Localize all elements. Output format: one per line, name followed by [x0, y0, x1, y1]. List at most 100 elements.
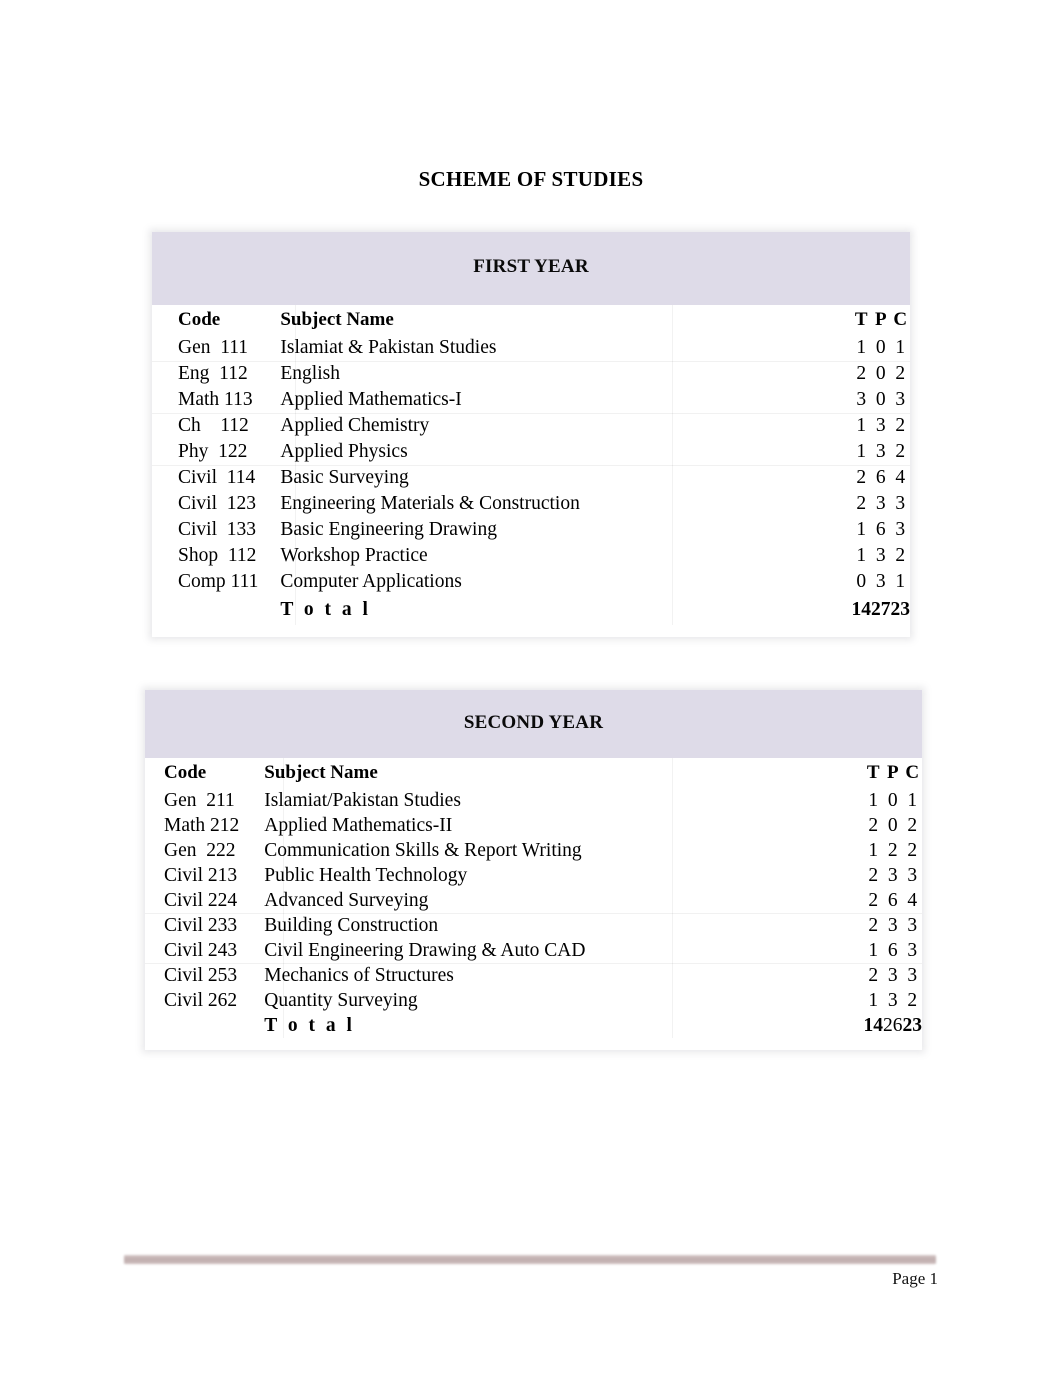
- row-code: Gen 222: [164, 840, 236, 861]
- row-subject: Engineering Materials & Construction: [280, 493, 580, 514]
- header-t: T: [866, 762, 880, 783]
- header-c: C: [905, 762, 920, 783]
- row-code: Civil 262: [164, 990, 238, 1011]
- row-code: Gen 111: [178, 337, 249, 358]
- row-credits: 2: [895, 441, 906, 462]
- row-code: Civil 253: [145, 963, 239, 988]
- total-practical-hours: 26: [883, 1015, 903, 1036]
- table-row: Gen 211 Islamiat/Pakistan Studies 1 0 1: [145, 788, 922, 813]
- row-practical-hours: 2: [887, 840, 898, 861]
- row-practical-hours: 0: [871, 361, 891, 387]
- row-theory-hours: 1: [868, 940, 879, 961]
- row-subject: Applied Chemistry: [258, 413, 851, 439]
- row-subject: Building Construction: [239, 913, 863, 938]
- row-code: Civil 213: [164, 865, 238, 886]
- row-credits: 2: [907, 840, 918, 861]
- row-code: Gen 211: [164, 790, 235, 811]
- row-theory-hours: 1: [856, 441, 867, 462]
- table-header-row: Code Subject Name T P C: [145, 758, 922, 788]
- row-subject: Islamiat/Pakistan Studies: [264, 790, 461, 811]
- row-credits: 2: [891, 361, 911, 387]
- row-practical-hours: 3: [875, 545, 886, 566]
- row-theory-hours: 1: [856, 545, 867, 566]
- row-practical-hours: 3: [883, 963, 903, 988]
- header-subject: Subject Name: [280, 309, 394, 330]
- total-row-code-spacer: [145, 1013, 239, 1038]
- table-row: Civil 123 Engineering Materials & Constru…: [152, 491, 910, 517]
- table-row: Eng 112 English 2 0 2: [152, 361, 910, 387]
- row-practical-hours: 3: [883, 913, 903, 938]
- row-theory-hours: 3: [856, 389, 867, 410]
- row-subject: Advanced Surveying: [264, 890, 429, 911]
- row-subject: Basic Engineering Drawing: [280, 519, 497, 540]
- total-credits: 23: [890, 599, 911, 620]
- row-code: Phy 122: [178, 441, 248, 462]
- page-title: SCHEME OF STUDIES: [418, 167, 644, 191]
- row-credits: 3: [895, 389, 906, 410]
- first-year-table-block: FIRST YEAR Code Subject Name T P C Gen 1…: [152, 232, 910, 637]
- row-code: Math 212: [164, 815, 240, 836]
- row-practical-hours: 6: [887, 940, 898, 961]
- row-practical-hours: 3: [875, 571, 886, 592]
- row-theory-hours: 2: [852, 361, 872, 387]
- table-row: Civil 133 Basic Engineering Drawing 1 6 3: [152, 517, 910, 543]
- row-credits: 2: [907, 815, 918, 836]
- row-credits: 1: [895, 571, 906, 592]
- total-theory-hours: 14: [863, 1015, 884, 1036]
- row-practical-hours: 3: [875, 441, 886, 462]
- row-subject: Computer Applications: [280, 571, 462, 592]
- row-credits: 3: [903, 963, 923, 988]
- row-credits: 2: [907, 990, 918, 1011]
- total-label: T o t a l: [264, 1015, 355, 1036]
- header-c: C: [893, 309, 908, 330]
- table-row: Ch 112 Applied Chemistry 1 3 2: [152, 413, 910, 439]
- row-theory-hours: 2: [856, 493, 867, 514]
- row-practical-hours: 3: [871, 413, 891, 439]
- row-subject: Workshop Practice: [280, 545, 428, 566]
- block-bottom-padding: [152, 625, 910, 637]
- header-code: Code: [178, 309, 221, 330]
- row-practical-hours: 3: [887, 865, 898, 886]
- second-year-table-block: SECOND YEAR Code Subject Name T P C Gen …: [145, 690, 922, 1050]
- row-subject: Basic Surveying: [258, 465, 851, 491]
- row-theory-hours: 2: [852, 465, 872, 491]
- header-p: P: [886, 762, 899, 783]
- row-code: Civil 233: [145, 913, 239, 938]
- page-number: Page 1: [892, 1269, 938, 1288]
- row-code: Civil 133: [178, 519, 257, 540]
- table-row: Math 212 Applied Mathematics-II 2 0 2: [145, 813, 922, 838]
- first-year-banner: FIRST YEAR: [152, 232, 910, 305]
- row-subject: Applied Mathematics-I: [280, 389, 462, 410]
- row-credits: 4: [907, 890, 918, 911]
- second-year-table: Code Subject Name T P C Gen 211 Islamiat/…: [145, 758, 922, 1038]
- footer-divider: [124, 1255, 936, 1264]
- block-bottom-padding: [145, 1038, 922, 1050]
- header-code: Code: [164, 762, 207, 783]
- row-theory-hours: 1: [868, 790, 879, 811]
- table-row: Civil 233 Building Construction 2 3 3: [145, 913, 922, 938]
- row-practical-hours: 3: [887, 990, 898, 1011]
- total-theory-hours: 14: [851, 599, 872, 620]
- row-practical-hours: 3: [875, 493, 886, 514]
- row-subject: Communication Skills & Report Writing: [264, 840, 582, 861]
- row-subject: Applied Physics: [280, 441, 408, 462]
- row-code: Ch 112: [152, 413, 258, 439]
- table-row: Comp 111 Computer Applications 0 3 1: [152, 569, 910, 595]
- row-subject: Islamiat & Pakistan Studies: [280, 337, 497, 358]
- total-row-code-spacer: [152, 595, 258, 625]
- row-credits: 1: [895, 337, 906, 358]
- row-theory-hours: 2: [868, 815, 879, 836]
- table-row: Gen 222 Communication Skills & Report Wri…: [145, 838, 922, 863]
- row-code: Civil 123: [178, 493, 257, 514]
- row-practical-hours: 0: [887, 790, 898, 811]
- header-t: T: [854, 309, 868, 330]
- row-theory-hours: 2: [868, 865, 879, 886]
- row-credits: 4: [891, 465, 911, 491]
- row-code: Civil 114: [152, 465, 258, 491]
- row-credits: 2: [891, 413, 911, 439]
- table-row: Civil 213 Public Health Technology 2 3 3: [145, 863, 922, 888]
- total-row: T o t a l 14 27 23: [152, 595, 910, 625]
- table-row: Civil 253 Mechanics of Structures 2 3 3: [145, 963, 922, 988]
- row-subject: Quantity Surveying: [264, 990, 418, 1011]
- header-p: P: [874, 309, 887, 330]
